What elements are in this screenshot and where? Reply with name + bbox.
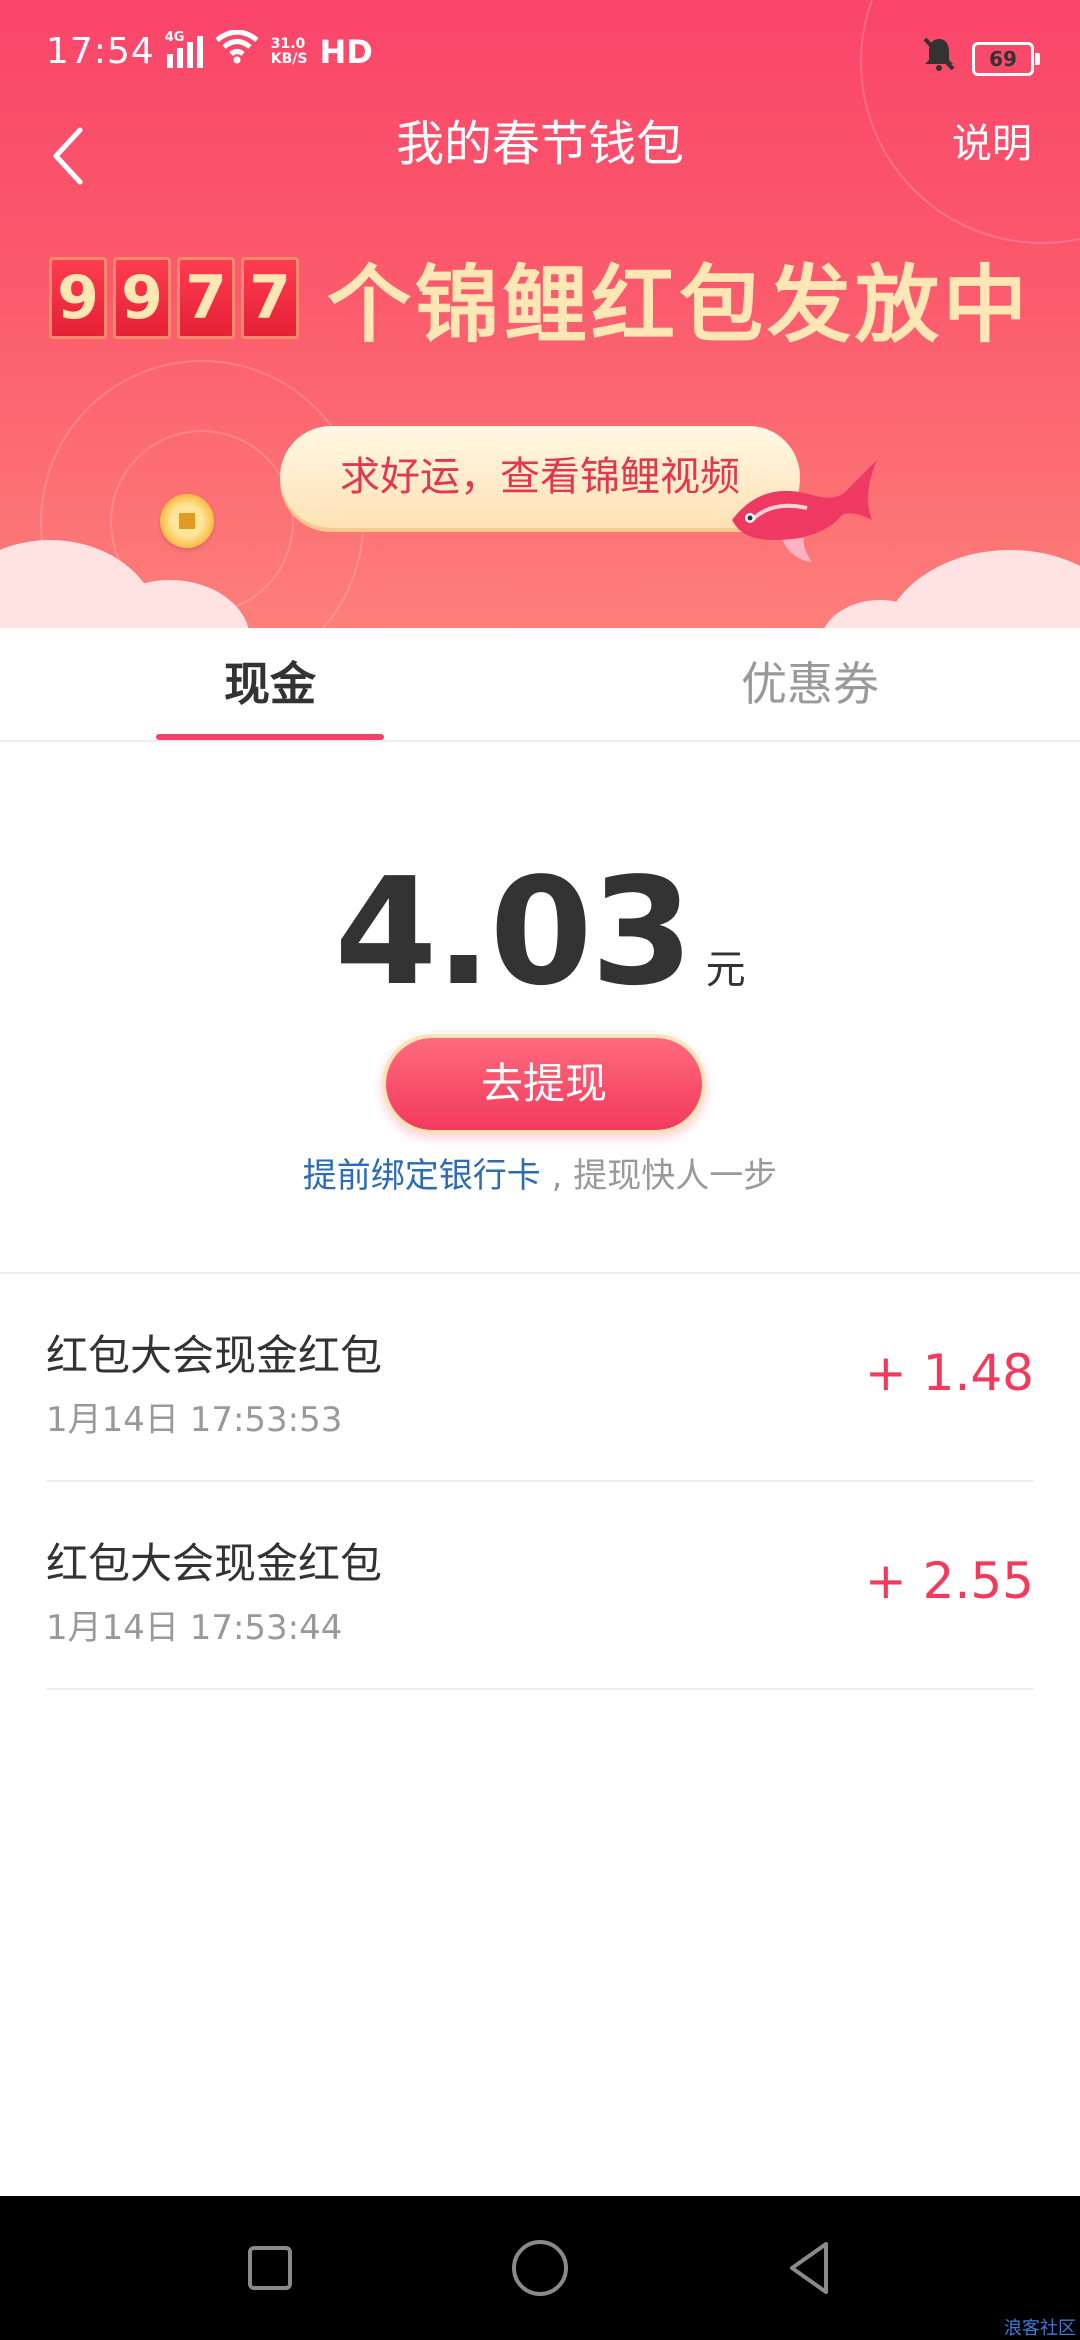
battery-level: 69 <box>989 46 1017 71</box>
battery-icon: 69 <box>972 41 1040 76</box>
record-time: 1月14日 17:53:44 <box>46 1608 343 1648</box>
coin-icon <box>160 494 214 548</box>
watermark: 浪客社区 <box>1004 2318 1076 2339</box>
counter-digit: 9 <box>112 257 171 339</box>
network-type: 4G <box>164 29 185 45</box>
counter-digit: 9 <box>48 257 107 339</box>
cell-signal-icon: 4G <box>165 30 203 68</box>
koi-counter-banner: 9 9 7 7 个锦鲤红包发放中 <box>0 248 1080 354</box>
title-bar: 我的春节钱包 说明 <box>0 108 1080 204</box>
counter-digit: 7 <box>176 257 235 339</box>
wifi-icon <box>215 29 259 73</box>
bind-bank-card-link[interactable]: 提前绑定银行卡 <box>303 1156 541 1196</box>
bind-card-hint: , 提现快人一步 <box>540 1156 778 1196</box>
record-title: 红包大会现金红包 <box>46 1331 383 1380</box>
wallet-header: 17:54 4G 31.0 KB/S HD 69 我的春节钱包 说明 9 9 7… <box>0 0 1080 628</box>
circle-icon <box>512 2240 568 2296</box>
triangle-left-icon <box>790 2242 828 2294</box>
system-nav-bar: 浪客社区 <box>0 2196 1080 2340</box>
counter-digit: 7 <box>240 257 299 339</box>
bind-card-tip: 提前绑定银行卡 , 提现快人一步 <box>0 1148 1080 1197</box>
nav-back-button[interactable] <box>774 2232 846 2304</box>
cash-balance: 4.03 元 <box>0 852 1080 1012</box>
balance-unit: 元 <box>705 947 746 993</box>
withdraw-button[interactable]: 去提现 <box>382 1034 706 1134</box>
balance-amount: 4.03 <box>334 846 693 1018</box>
active-tab-indicator <box>156 734 384 740</box>
list-item[interactable]: 红包大会现金红包 1月14日 17:53:44 + 2.55 <box>46 1482 1034 1690</box>
koi-fish-icon <box>732 460 877 562</box>
record-time: 1月14日 17:53:53 <box>46 1400 343 1440</box>
wallet-tabs: 现金 优惠券 <box>0 628 1080 742</box>
hd-indicator: HD <box>319 32 373 71</box>
tab-cash[interactable]: 现金 <box>0 628 540 740</box>
recent-apps-button[interactable] <box>234 2232 306 2304</box>
square-icon <box>248 2246 292 2290</box>
record-title: 红包大会现金红包 <box>46 1539 383 1588</box>
home-button[interactable] <box>504 2232 576 2304</box>
record-amount: + 1.48 <box>864 1344 1034 1402</box>
tab-coupon[interactable]: 优惠券 <box>540 628 1080 740</box>
counter-text: 个锦鲤红包发放中 <box>326 255 1031 354</box>
net-speed: 31.0 KB/S <box>270 35 308 67</box>
bell-off-icon <box>922 36 956 81</box>
status-time: 17:54 <box>46 31 155 72</box>
status-bar: 17:54 4G 31.0 KB/S HD 69 <box>0 0 1080 108</box>
list-item[interactable]: 红包大会现金红包 1月14日 17:53:53 + 1.48 <box>46 1274 1034 1482</box>
help-link[interactable]: 说明 <box>952 108 1032 180</box>
record-amount: + 2.55 <box>864 1552 1034 1610</box>
counter-digits: 9 9 7 7 <box>48 257 299 339</box>
page-title: 我的春节钱包 <box>395 116 684 172</box>
